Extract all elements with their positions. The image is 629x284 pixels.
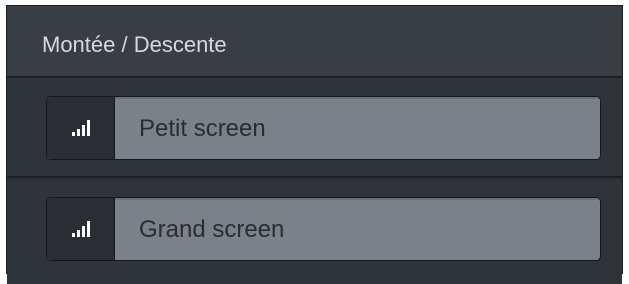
grand-screen-input-group (46, 197, 601, 261)
signal-bars-icon (47, 198, 115, 260)
panel-body: Montée / Descente (6, 5, 623, 284)
montee-descente-panel: Montée / Descente (0, 0, 629, 284)
panel-header: Montée / Descente (7, 6, 622, 78)
petit-screen-input-group (46, 96, 601, 160)
petit-screen-input[interactable] (115, 97, 600, 159)
input-row-grand (7, 180, 622, 284)
input-row-petit (7, 78, 622, 178)
signal-bars-icon (47, 97, 115, 159)
panel-title: Montée / Descente (42, 32, 227, 57)
grand-screen-input[interactable] (115, 198, 600, 260)
